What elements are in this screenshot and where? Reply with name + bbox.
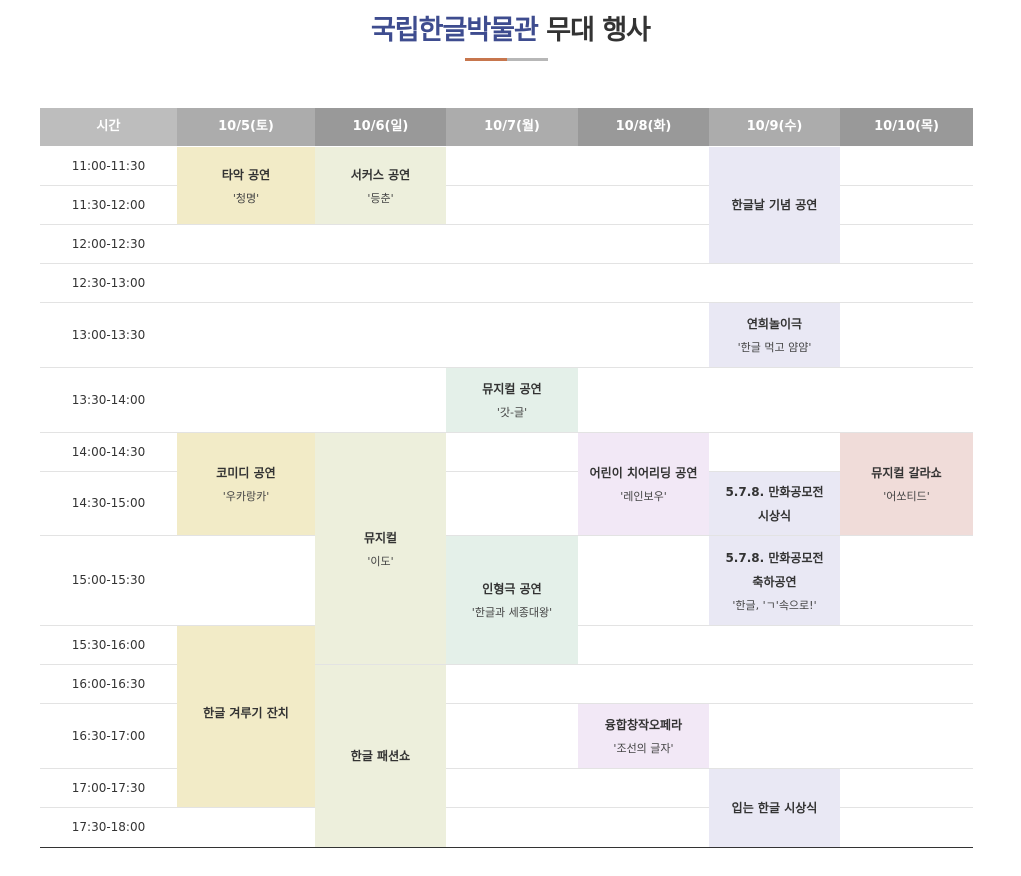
event-title: 뮤지컬 갈라쇼: [871, 466, 942, 480]
event-subtitle: '조선의 글자': [613, 742, 674, 755]
time-slot-label: 16:00-16:30: [71, 676, 146, 691]
table-bottom-border: [40, 847, 973, 848]
event-subtitle: '우카랑카': [222, 490, 270, 503]
event-title: 입는 한글 시상식: [731, 801, 818, 815]
event-block: 한글 패션쇼: [315, 665, 446, 847]
event-block: 인형극 공연 '한글과 세종대왕': [446, 536, 578, 664]
header-day-2: 10/6(일): [315, 108, 446, 146]
event-title: 코미디 공연: [216, 466, 276, 480]
event-subtitle: '청명': [232, 191, 260, 205]
header-time: 시간: [40, 108, 177, 146]
event-title: 융합창작오페라: [604, 718, 683, 732]
event-subtitle: '어쏘티드': [883, 490, 930, 503]
time-slot-label: 17:30-18:00: [71, 820, 146, 834]
event-title: 연희놀이극: [746, 317, 803, 331]
event-title: 서커스 공연: [350, 167, 411, 182]
event-block: 뮤지컬 갈라쇼 '어쏘티드': [840, 433, 973, 535]
event-block: 뮤지컬 '이도': [315, 433, 446, 664]
event-block: 연희놀이극 '한글 먹고 얌얌': [709, 303, 840, 367]
time-slot-label: 14:30-15:00: [71, 496, 146, 510]
event-title: 5.7.8. 만화공모전: [725, 550, 824, 565]
time-slot-label: 17:00-17:30: [71, 780, 146, 795]
time-slot-label: 13:30-14:00: [71, 392, 146, 407]
event-block: 한글 겨루기 잔치: [177, 626, 315, 807]
time-slot-label: 12:30-13:00: [71, 275, 146, 290]
event-block: 서커스 공연 '등춘': [315, 147, 446, 224]
event-title: 어린이 치어리딩 공연: [589, 466, 698, 480]
page-title-highlight: 국립한글박물관: [370, 15, 539, 46]
time-slot-label: 11:30-12:00: [71, 197, 146, 212]
time-slot-label: 12:00-12:30: [71, 236, 146, 251]
event-subtitle: '레인보우': [620, 490, 667, 503]
event-block: 5.7.8. 만화공모전축하공연 '한글, 'ㄱ'속으로!': [709, 536, 840, 625]
row-divider: [40, 263, 973, 264]
event-block: 코미디 공연 '우카랑카': [177, 433, 315, 535]
event-title: 시상식: [757, 508, 792, 523]
time-slot-label: 11:00-11:30: [71, 158, 146, 173]
title-wrap: 국립한글박물관 무대 행사: [0, 8, 1021, 47]
event-title: 인형극 공연: [482, 582, 542, 596]
header-day-5: 10/9(수): [709, 108, 840, 146]
title-underline-accent: [465, 58, 507, 61]
event-title: 5.7.8. 만화공모전: [725, 484, 824, 499]
event-subtitle: '한글과 세종대왕': [471, 606, 553, 619]
event-subtitle: '이도': [367, 554, 394, 568]
event-block: 입는 한글 시상식: [709, 769, 840, 847]
page-title-rest: 무대 행사: [537, 15, 651, 46]
event-block: 뮤지컬 공연 '갓-글': [446, 368, 578, 432]
event-block: 어린이 치어리딩 공연 '레인보우': [578, 433, 709, 535]
schedule-table: 시간 10/5(토) 10/6(일) 10/7(월) 10/8(화) 10/9(수) 10/…: [40, 108, 973, 848]
time-slot-label: 15:00-15:30: [71, 573, 146, 587]
event-subtitle: '갓-글': [496, 406, 528, 419]
header-day-3: 10/7(월): [446, 108, 578, 146]
event-block: 한글날 기념 공연: [709, 147, 840, 263]
event-title: 한글 패션쇼: [350, 749, 411, 763]
title-underline: [465, 58, 548, 61]
event-title: 뮤지컬 공연: [482, 382, 542, 396]
event-title: 뮤지컬: [363, 530, 398, 545]
event-subtitle: '한글, 'ㄱ'속으로!': [732, 598, 817, 612]
event-subtitle: '한글 먹고 얌얌': [737, 341, 812, 354]
time-slot-label: 16:30-17:00: [71, 728, 146, 743]
event-block: 타악 공연 '청명': [177, 147, 315, 224]
time-slot-label: 13:00-13:30: [71, 327, 146, 342]
event-title: 한글날 기념 공연: [731, 198, 818, 212]
event-subtitle: '등춘': [367, 191, 394, 205]
event-title: 타악 공연: [221, 167, 271, 182]
header-day-6: 10/10(목): [840, 108, 973, 146]
page-title: 국립한글박물관 무대 행사: [370, 8, 651, 47]
header-day-4: 10/8(화): [578, 108, 709, 146]
time-slot-label: 14:00-14:30: [71, 444, 146, 459]
event-block: 융합창작오페라 '조선의 글자': [578, 704, 709, 768]
event-title: 축하공연: [752, 574, 797, 589]
event-title: 한글 겨루기 잔치: [203, 706, 289, 720]
event-block: 5.7.8. 만화공모전시상식: [709, 472, 840, 535]
time-slot-label: 15:30-16:00: [71, 637, 146, 652]
header-day-1: 10/5(토): [177, 108, 315, 146]
